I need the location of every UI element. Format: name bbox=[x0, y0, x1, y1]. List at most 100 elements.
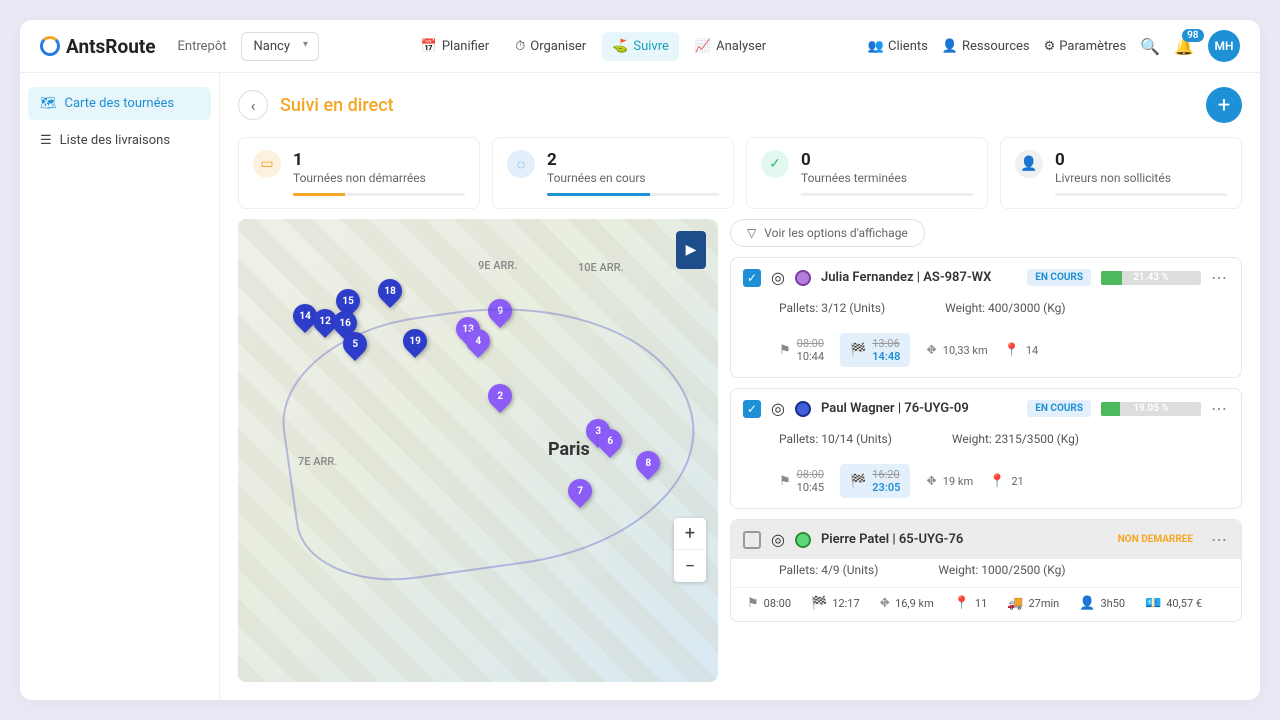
stat-value: 2 bbox=[547, 150, 719, 170]
target-icon[interactable]: ◎ bbox=[771, 399, 785, 418]
flag-icon: ⚑ bbox=[747, 596, 759, 611]
stat-terminees[interactable]: ✓ 0 Tournées terminées bbox=[746, 137, 988, 209]
map-zoom-controls: + − bbox=[674, 518, 706, 582]
target-icon[interactable]: ◎ bbox=[771, 530, 785, 549]
weight-info: Weight: 2315/3500 (Kg) bbox=[952, 432, 1079, 446]
search-button[interactable]: 🔍 bbox=[1140, 37, 1160, 56]
driver-color-dot bbox=[795, 270, 811, 286]
map-pin[interactable]: 13 bbox=[451, 312, 485, 346]
stat-en-cours[interactable]: ◌ 2 Tournées en cours bbox=[492, 137, 734, 209]
main-content: ‹ Suivi en direct + ▭ 1 Tournées non dém… bbox=[220, 73, 1260, 700]
map-pin[interactable]: 3 bbox=[581, 414, 615, 448]
display-options-button[interactable]: ▽ Voir les options d'affichage bbox=[730, 219, 925, 247]
map-pin[interactable]: 4 bbox=[461, 324, 495, 358]
nav-analyser[interactable]: 📈Analyser bbox=[685, 32, 776, 61]
route-card: ◎ Pierre Patel | 65-UYG-76 NON DEMARREE … bbox=[730, 519, 1242, 622]
map-district-label: 7E ARR. bbox=[298, 455, 337, 468]
driver-color-dot bbox=[795, 401, 811, 417]
nav-planifier[interactable]: 📅Planifier bbox=[411, 32, 499, 61]
flag-icon: ⚑ bbox=[779, 343, 791, 358]
distance: ⛖19 km bbox=[926, 474, 973, 489]
stats-row: ▭ 1 Tournées non démarrées ◌ 2 Tournées … bbox=[220, 137, 1260, 219]
route-menu-button[interactable]: ⋯ bbox=[1211, 399, 1229, 418]
routes-panel: ▽ Voir les options d'affichage ✓ ◎ Julia… bbox=[730, 219, 1242, 682]
route-timing: ⚑ 08:0010:44 🏁 13:0614:48 ⛖10,33 km 📍14 bbox=[731, 325, 1241, 377]
route-stats-row: ⚑08:00 🏁12:17 ⛖16,9 km 📍11 🚚27min 👤3h50 … bbox=[731, 587, 1241, 621]
sidebar-liste-livraisons[interactable]: ☰Liste des livraisons bbox=[28, 124, 211, 157]
route-timing: ⚑ 08:0010:45 🏁 16:2023:05 ⛖19 km 📍21 bbox=[731, 456, 1241, 508]
notif-badge: 98 bbox=[1182, 29, 1203, 42]
nav-organiser[interactable]: ⏱Organiser bbox=[505, 32, 596, 61]
map-pin[interactable]: 19 bbox=[398, 324, 432, 358]
stops: 📍21 bbox=[989, 474, 1024, 489]
depot-select[interactable]: Nancy bbox=[241, 32, 319, 61]
map-pin[interactable]: 9 bbox=[483, 294, 517, 328]
route-menu-button[interactable]: ⋯ bbox=[1211, 530, 1229, 549]
start-time: ⚑ 08:0010:45 bbox=[779, 468, 824, 494]
brand-logo[interactable]: AntsRoute bbox=[40, 35, 156, 58]
finish-icon: 🏁 bbox=[850, 343, 866, 358]
user-gear-icon: 👤 bbox=[942, 39, 958, 54]
map-pin[interactable]: 18 bbox=[373, 274, 407, 308]
search-icon: 🔍 bbox=[1140, 37, 1160, 56]
main-header: ‹ Suivi en direct + bbox=[220, 73, 1260, 137]
driver-color-dot bbox=[795, 532, 811, 548]
map-pin[interactable]: 2 bbox=[483, 379, 517, 413]
driver-name[interactable]: Julia Fernandez | AS-987-WX bbox=[821, 270, 1017, 285]
main-nav: 📅Planifier ⏱Organiser ⛳Suivre 📈Analyser bbox=[411, 32, 777, 61]
notifications-button[interactable]: 🔔 98 bbox=[1174, 37, 1194, 56]
map-panel[interactable]: 9E ARR. 10E ARR. 7E ARR. Paris 18 15 14 … bbox=[238, 219, 718, 682]
map-pin[interactable]: 8 bbox=[631, 446, 665, 480]
route-meta: Pallets: 3/12 (Units) Weight: 400/3000 (… bbox=[731, 297, 1241, 325]
top-bar: AntsRoute Entrepôt Nancy 📅Planifier ⏱Org… bbox=[20, 20, 1260, 73]
zoom-in-button[interactable]: + bbox=[674, 518, 706, 550]
user-icon: 👤 bbox=[1015, 150, 1043, 178]
progress-bar: 19.05 % bbox=[1101, 402, 1201, 416]
user-avatar[interactable]: MH bbox=[1208, 30, 1240, 62]
map-pin[interactable]: 16 bbox=[328, 306, 362, 340]
nav-clients[interactable]: 👥Clients bbox=[868, 39, 928, 54]
logo-icon bbox=[40, 36, 60, 56]
route-card: ✓ ◎ Julia Fernandez | AS-987-WX EN COURS… bbox=[730, 257, 1242, 378]
sidebar-carte-tournees[interactable]: 🗺Carte des tournées bbox=[28, 87, 211, 120]
signpost-icon: ⛳ bbox=[612, 39, 628, 54]
zoom-out-button[interactable]: − bbox=[674, 550, 706, 582]
end: 🏁12:17 bbox=[811, 596, 860, 611]
add-button[interactable]: + bbox=[1206, 87, 1242, 123]
route-checkbox[interactable]: ✓ bbox=[743, 400, 761, 418]
finish-icon: 🏁 bbox=[850, 474, 866, 489]
gear-icon: ⚙ bbox=[1044, 39, 1056, 54]
stat-label: Tournées en cours bbox=[547, 171, 719, 185]
stat-non-demarrees[interactable]: ▭ 1 Tournées non démarrées bbox=[238, 137, 480, 209]
nav-parametres[interactable]: ⚙Paramètres bbox=[1044, 39, 1127, 54]
status-badge: EN COURS bbox=[1027, 400, 1091, 417]
back-button[interactable]: ‹ bbox=[238, 90, 268, 120]
nav-suivre[interactable]: ⛳Suivre bbox=[602, 32, 679, 61]
right-nav: 👥Clients 👤Ressources ⚙Paramètres 🔍 🔔 98 … bbox=[868, 30, 1240, 62]
stat-label: Tournées non démarrées bbox=[293, 171, 465, 185]
stat-value: 0 bbox=[1055, 150, 1227, 170]
driver-name[interactable]: Paul Wagner | 76-UYG-09 bbox=[821, 401, 1017, 416]
stat-value: 1 bbox=[293, 150, 465, 170]
duration: 🚚27min bbox=[1007, 596, 1059, 611]
target-icon[interactable]: ◎ bbox=[771, 268, 785, 287]
nav-ressources[interactable]: 👤Ressources bbox=[942, 39, 1030, 54]
route-checkbox[interactable]: ✓ bbox=[743, 269, 761, 287]
map-pin[interactable]: 6 bbox=[593, 424, 627, 458]
start: ⚑08:00 bbox=[747, 596, 791, 611]
weight-info: Weight: 400/3000 (Kg) bbox=[945, 301, 1065, 315]
chart-icon: 📈 bbox=[695, 39, 711, 54]
route-meta: Pallets: 10/14 (Units) Weight: 2315/3500… bbox=[731, 428, 1241, 456]
route-menu-button[interactable]: ⋯ bbox=[1211, 268, 1229, 287]
map-pin[interactable]: 7 bbox=[563, 474, 597, 508]
flag-icon: ⚑ bbox=[779, 474, 791, 489]
truck-icon: 🚚 bbox=[1007, 596, 1023, 611]
stat-non-sollicites[interactable]: 👤 0 Livreurs non sollicités bbox=[1000, 137, 1242, 209]
map-city-label: Paris bbox=[548, 439, 590, 460]
content-row: 9E ARR. 10E ARR. 7E ARR. Paris 18 15 14 … bbox=[220, 219, 1260, 700]
driver-name[interactable]: Pierre Patel | 65-UYG-76 bbox=[821, 532, 1100, 547]
route-checkbox[interactable] bbox=[743, 531, 761, 549]
start-time: ⚑ 08:0010:44 bbox=[779, 337, 824, 363]
map-icon: 🗺 bbox=[40, 96, 57, 111]
map-collapse-button[interactable]: ▶ bbox=[676, 231, 706, 269]
